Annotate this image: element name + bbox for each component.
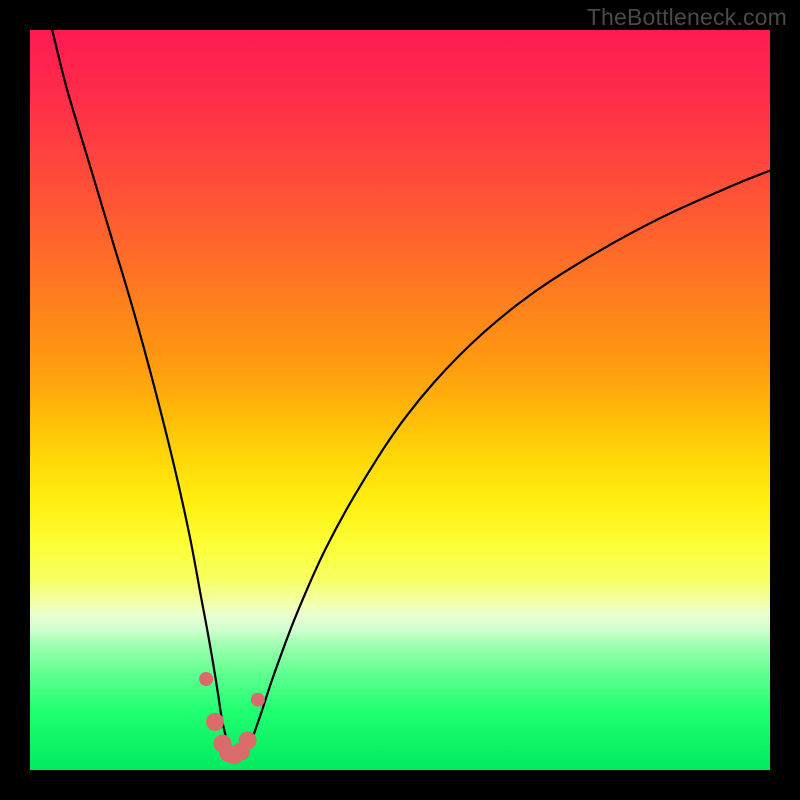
bottleneck-curve — [30, 30, 770, 770]
marker-dot — [206, 713, 224, 731]
marker-dot — [199, 672, 213, 686]
chart-frame: TheBottleneck.com — [0, 0, 800, 800]
marker-dot — [251, 693, 265, 707]
marker-dot — [239, 731, 257, 749]
plot-area — [30, 30, 770, 770]
marker-group — [199, 672, 265, 764]
watermark-text: TheBottleneck.com — [587, 4, 787, 31]
curve-path — [52, 30, 770, 756]
